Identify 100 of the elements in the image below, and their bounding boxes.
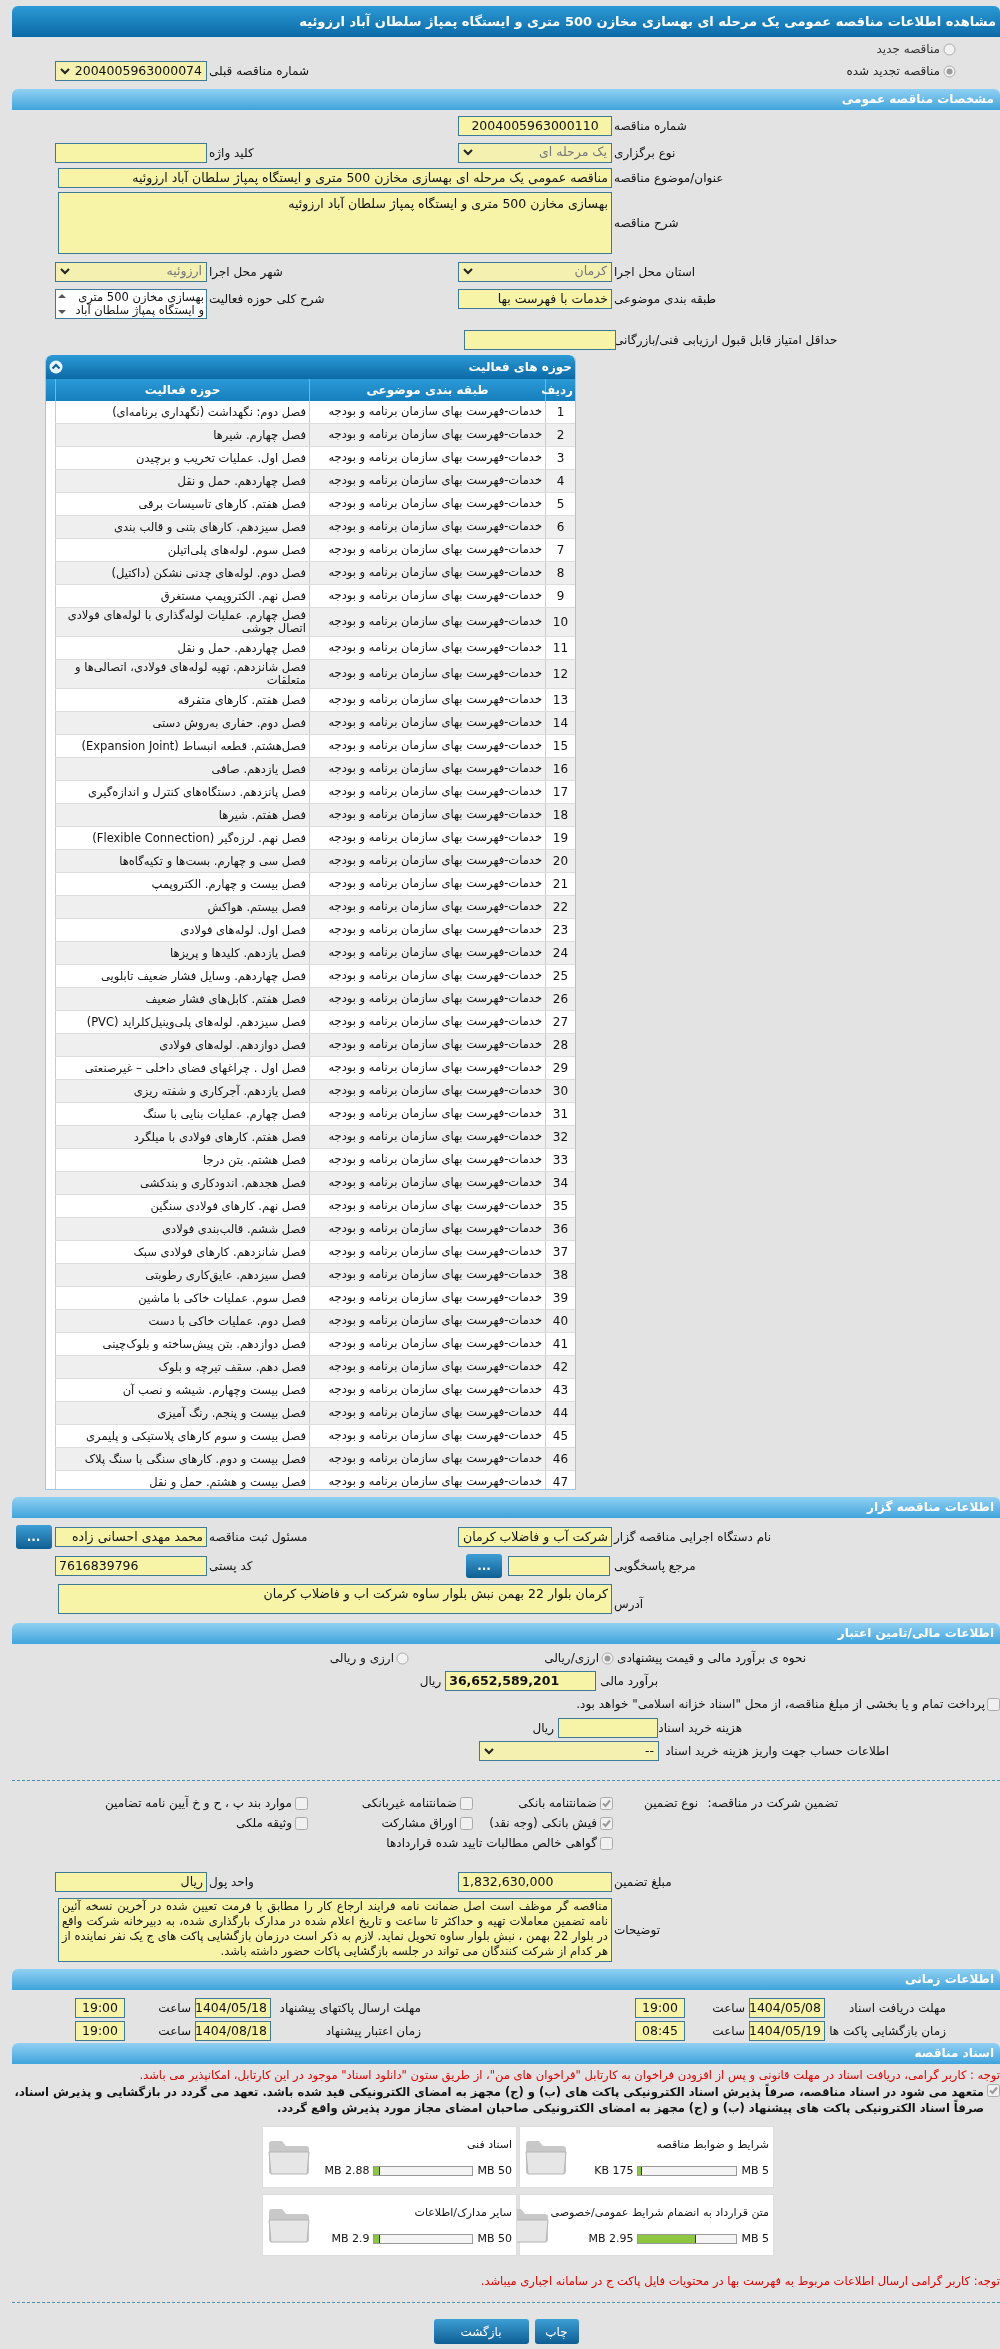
checkbox[interactable] bbox=[295, 1816, 308, 1830]
input-field[interactable]: 08:45 bbox=[635, 2020, 685, 2041]
section-header: اسناد مناقصه bbox=[12, 2043, 1000, 2064]
input-field[interactable]: محمد مهدی احسانی زاده bbox=[55, 1527, 207, 1547]
radio-label: ارزی/ریالی bbox=[544, 1650, 599, 1667]
table-cell: فصل شانزدهم. کارهای فولادی سبک bbox=[55, 1241, 309, 1263]
pledge-text: متعهد می شود در اسناد مناقصه، صرفاً پذیرش اسناد الکترونیکی پاکت های (ب) و (ج) مجهز به امضای الکترونیکی قید شده باشد. تعهد می گردد در بازگشایی و پذیرش اسناد، صرفاً اسناد الکترونیکی پاکت های پیشنهاد (ب) و (ج) مجهز به امضای الکترونیکی صاحبان امضای مجاز مورد پذیرش واقع گردد. bbox=[13, 2084, 984, 2116]
field-label: شرح مناقصه bbox=[613, 215, 680, 232]
table-cell: فصل چهاردهم. حمل و نقل bbox=[55, 637, 309, 659]
table-cell: خدمات-فهرست بهای سازمان برنامه و بودجه bbox=[309, 804, 545, 826]
input-field[interactable]: 36,652,589,201 bbox=[445, 1671, 597, 1691]
more-button[interactable]: ... bbox=[466, 1554, 502, 1578]
text-area[interactable]: مناقصه گر موظف است اصل ضمانت نامه فرایند ارجاع کار را مطابق با فرمت تعیین شده در آخرین نسخه آئین نامه تضمین معاملات تهیه و حداکثر تا ساعت و تاریخ اعلام شده در مدارک بارگذاری شده، به دبیرخانه شرکت واقع در بلوار 22 بهمن ، نبش بلوار ساوه تحویل نماید. لازم به ذکر است درزمان بازگشایی پاکت های ج یک نفر نماینده از هر کدام از شرکت کنندگان می تواند در جلسه بازگشایی پاکات حضور داشته باشد. bbox=[58, 1898, 612, 1962]
dropdown[interactable]: ارزوئیه bbox=[55, 261, 207, 282]
input-field[interactable]: ریال bbox=[55, 1872, 207, 1892]
field-label: ساعت bbox=[711, 2022, 745, 2040]
input-field[interactable]: 7616839796 bbox=[55, 1556, 207, 1576]
radio-button[interactable] bbox=[943, 64, 956, 78]
notice-text: توجه: کاربر گرامی ارسال اطلاعات مربوط به فهرست بها در محتویات فایل پاکت ج در سامانه اجباری میباشد. bbox=[479, 2273, 1000, 2290]
field-label: نوع برگزاری bbox=[613, 144, 677, 163]
section-header: مشخصات مناقصه عمومی bbox=[12, 89, 1000, 110]
checkbox-label: گواهی خالص مطالبات تایید شده قراردادها bbox=[386, 1835, 597, 1852]
input-field[interactable]: 1404/08/18 bbox=[195, 2020, 271, 2041]
size-limit: 50 MB bbox=[477, 2163, 512, 2179]
checkbox[interactable] bbox=[987, 2084, 1000, 2097]
table-cell: فصل یازدهم. صافی bbox=[55, 758, 309, 780]
field-label: مهلت دریافت اسناد bbox=[848, 1999, 946, 2017]
checkbox[interactable] bbox=[987, 1697, 1000, 1711]
input-field[interactable]: خدمات با فهرست بها bbox=[458, 289, 612, 309]
table-cell: خدمات-فهرست بهای سازمان برنامه و بودجه bbox=[309, 493, 545, 515]
table-cell: فصل بیست و هشتم. حمل و نقل bbox=[55, 1471, 309, 1489]
table-cell: فصل بیست وچهارم. شیشه و نصب آن bbox=[55, 1379, 309, 1401]
table-cell: فصل هشتم. بتن درجا bbox=[55, 1149, 309, 1171]
input-field[interactable]: 1,832,630,000 bbox=[458, 1872, 612, 1892]
field-label: عنوان/موضوع مناقصه bbox=[613, 170, 725, 188]
input-field[interactable]: 19:00 bbox=[635, 1997, 685, 2018]
table-cell: فصل چهارم. عملیات لوله‌گذاری با لوله‌های فولادی اتصال جوشی bbox=[55, 608, 309, 636]
table-cell: خدمات-فهرست بهای سازمان برنامه و بودجه bbox=[309, 424, 545, 446]
table-cell: 16 bbox=[545, 758, 575, 780]
size-limit: 5 MB bbox=[741, 2163, 769, 2179]
table-cell: فصل سوم. عملیات خاکی با ماشین bbox=[55, 1287, 309, 1309]
radio-label: ارزی و ریالی bbox=[329, 1650, 394, 1667]
input-field[interactable] bbox=[508, 1556, 610, 1576]
field-label: زمان اعتبار پیشنهاد bbox=[324, 2022, 421, 2040]
field-label: حداقل امتیاز قابل قبول ارزیابی فنی/بازرگانی bbox=[613, 331, 839, 350]
checkbox[interactable] bbox=[600, 1836, 613, 1850]
checkbox[interactable] bbox=[600, 1796, 613, 1810]
file-size: 2.95 MB bbox=[588, 2231, 634, 2247]
text-area[interactable]: بهسازی مخازن 500 متری و ایستگاه پمپاژ سلطان آباد ارزوئیه bbox=[58, 192, 612, 254]
table-cell: 39 bbox=[545, 1287, 575, 1309]
input-field[interactable]: شرکت آب و فاضلاب کرمان bbox=[458, 1527, 612, 1547]
action-button[interactable]: بازگشت bbox=[433, 2319, 529, 2344]
dropdown[interactable]: 2004005963000074 bbox=[55, 61, 207, 81]
dropdown[interactable]: یک مرحله ای bbox=[458, 142, 612, 163]
action-button[interactable]: چاپ bbox=[534, 2319, 579, 2344]
input-field[interactable] bbox=[55, 142, 207, 163]
table-cell: فصل‌هشتم. قطعه انبساط (Expansion Joint) bbox=[55, 735, 309, 757]
table-cell: فصل هفتم. کابل‌های فشار ضعیف bbox=[55, 988, 309, 1010]
input-field[interactable]: 2004005963000110 bbox=[458, 115, 612, 136]
field-label: مسئول ثبت مناقصه bbox=[208, 1529, 309, 1546]
radio-button[interactable] bbox=[943, 42, 956, 56]
table-cell: فصل ششم. قالب‌بندی فولادی bbox=[55, 1218, 309, 1240]
table-cell: فصل بیستم. هواکش bbox=[55, 896, 309, 918]
input-field[interactable]: 19:00 bbox=[75, 2020, 125, 2041]
table-cell: فصل دوازدهم. لوله‌های فولادی bbox=[55, 1034, 309, 1056]
input-field[interactable] bbox=[558, 1718, 658, 1738]
radio-button[interactable] bbox=[396, 1651, 409, 1665]
checkbox-label: پرداخت تمام و یا بخشی از مبلغ مناقصه، از محل "اسناد خزانه اسلامی" خواهد بود. bbox=[576, 1696, 985, 1713]
table-cell: فصل دوم: نگهداشت (نگهداری برنامه‌ای) bbox=[55, 401, 309, 423]
table-cell: 1 bbox=[545, 401, 575, 423]
table-cell: 31 bbox=[545, 1103, 575, 1125]
input-field[interactable] bbox=[464, 329, 616, 350]
table-cell: خدمات-فهرست بهای سازمان برنامه و بودجه bbox=[309, 539, 545, 561]
table-cell: 10 bbox=[545, 608, 575, 636]
table-cell: 38 bbox=[545, 1264, 575, 1286]
input-field[interactable]: 1404/05/08 bbox=[749, 1997, 825, 2018]
checkbox[interactable] bbox=[460, 1816, 473, 1830]
table-cell: فصل چهارم. عملیات بنایی با سنگ bbox=[55, 1103, 309, 1125]
more-button[interactable]: ... bbox=[15, 1525, 52, 1549]
table-cell: 24 bbox=[545, 942, 575, 964]
input-field[interactable]: 19:00 bbox=[75, 1997, 125, 2018]
table-cell: فصل بیست و چهارم. الکتروپمپ bbox=[55, 873, 309, 895]
scroll-box[interactable]: بهسازی مخازن 500 متری و ایستگاه پمپاژ سلطان آباد bbox=[55, 289, 207, 319]
dropdown[interactable]: کرمان bbox=[458, 261, 612, 282]
field-label: اطلاعات حساب جهت واریز هزینه خرید اسناد bbox=[665, 1743, 889, 1760]
input-field[interactable]: کرمان بلوار 22 بهمن نبش بلوار ساوه شرکت اب و فاضلاب کرمان bbox=[58, 1584, 612, 1614]
checkbox[interactable] bbox=[600, 1816, 613, 1830]
table-cell: 14 bbox=[545, 712, 575, 734]
table-cell: 43 bbox=[545, 1379, 575, 1401]
input-field[interactable]: مناقصه عمومی یک مرحله ای بهسازی مخازن 500 متری و ایستگاه پمپاژ سلطان آباد ارزوئیه bbox=[58, 168, 612, 188]
checkbox[interactable] bbox=[295, 1796, 308, 1810]
radio-button[interactable] bbox=[601, 1651, 614, 1665]
dropdown[interactable]: -- bbox=[479, 1741, 659, 1761]
table-cell: خدمات-فهرست بهای سازمان برنامه و بودجه bbox=[309, 1195, 545, 1217]
table-cell: فصل هفتم. کارهای فولادی با میلگرد bbox=[55, 1126, 309, 1148]
input-field[interactable]: 1404/05/19 bbox=[749, 2020, 825, 2041]
input-field[interactable]: 1404/05/18 bbox=[195, 1997, 271, 2018]
field-label: کلید واژه bbox=[208, 144, 255, 163]
checkbox[interactable] bbox=[460, 1796, 473, 1810]
table-cell: 7 bbox=[545, 539, 575, 561]
